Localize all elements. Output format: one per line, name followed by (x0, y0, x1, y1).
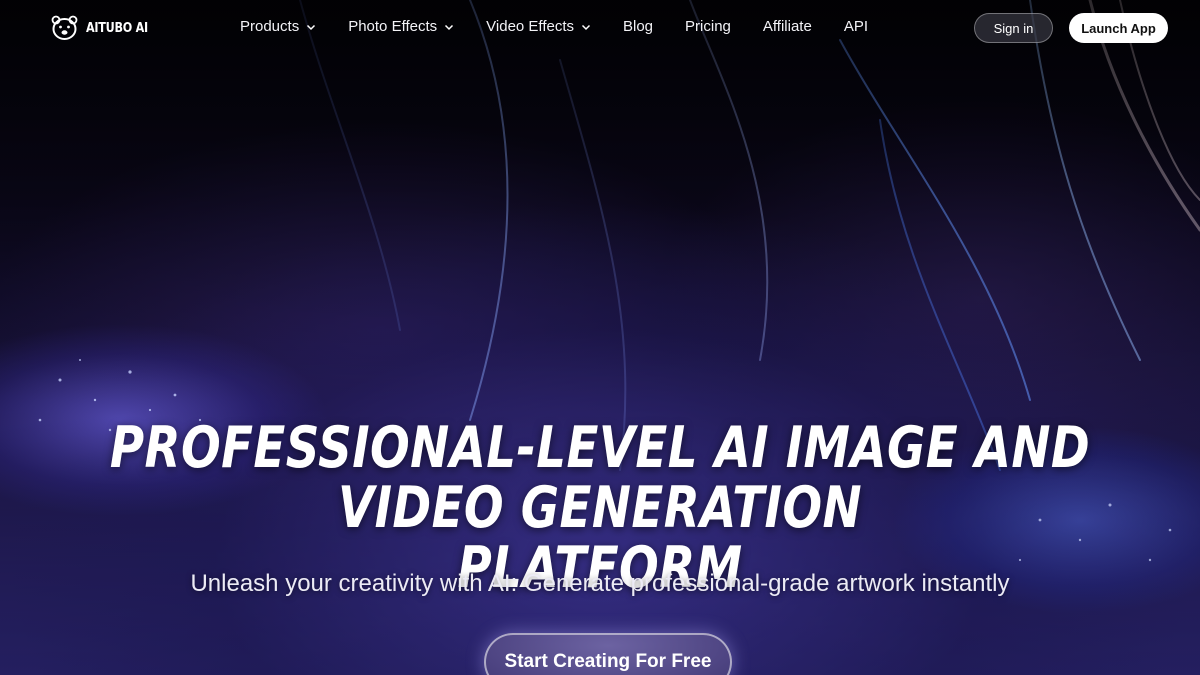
nav-item-pricing[interactable]: Pricing (685, 18, 731, 35)
nav-item-photo-effects[interactable]: Photo Effects (348, 18, 454, 35)
chevron-down-icon (445, 24, 454, 30)
hero-subtitle: Unleash your creativity with AI: Generat… (190, 570, 1010, 597)
hero-title-line-1: PROFESSIONAL-LEVEL AI IMAGE AND VIDEO GE… (109, 415, 1091, 541)
nav-item-video-effects[interactable]: Video Effects (486, 18, 591, 35)
bear-head-icon (51, 15, 78, 40)
sign-in-button[interactable]: Sign in (974, 13, 1053, 43)
brand-logo[interactable]: AITUBO AI (51, 15, 158, 41)
nav-item-label: API (843, 18, 868, 35)
chevron-down-icon (307, 24, 316, 30)
launch-app-button[interactable]: Launch App (1069, 13, 1168, 43)
brand-name: AITUBO AI (86, 20, 148, 36)
start-creating-label: Start Creating For Free (504, 651, 712, 672)
nav-item-api[interactable]: API (844, 18, 868, 35)
nav-item-label: Products (240, 18, 300, 35)
chevron-down-icon (581, 24, 591, 30)
main-nav: Products Photo Effects Video Effects Blo… (240, 18, 900, 35)
top-navbar: AITUBO AI Products Photo Effects Video E… (0, 0, 1200, 56)
nav-item-blog[interactable]: Blog (623, 18, 653, 35)
start-creating-button[interactable]: Start Creating For Free (484, 633, 732, 675)
nav-item-affiliate[interactable]: Affiliate (763, 18, 812, 35)
nav-item-label: Pricing (685, 18, 731, 35)
landing-page: AITUBO AI Products Photo Effects Video E… (0, 0, 1200, 675)
nav-item-label: Video Effects (486, 18, 574, 35)
nav-item-label: Photo Effects (348, 18, 438, 35)
nav-item-products[interactable]: Products (240, 18, 316, 35)
nav-item-label: Affiliate (762, 18, 812, 35)
nav-item-label: Blog (623, 18, 654, 35)
